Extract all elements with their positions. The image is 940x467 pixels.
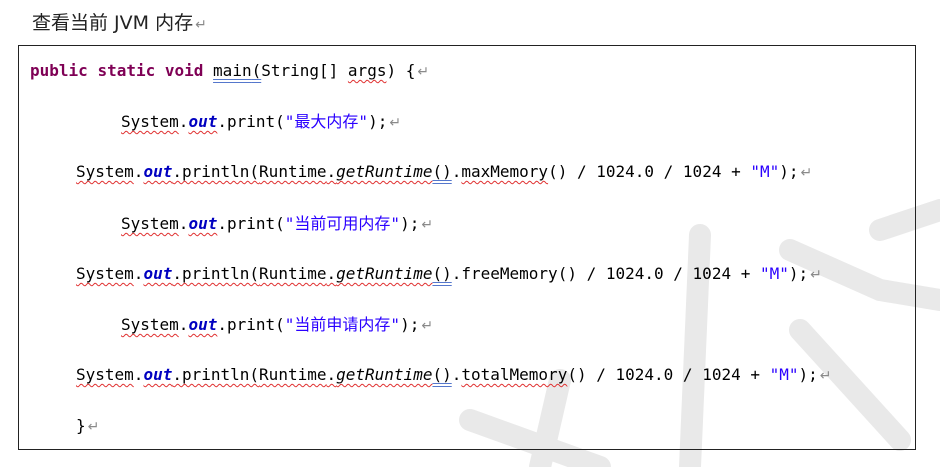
paragraph-mark-icon: ↵ <box>389 115 402 131</box>
system-ref: System <box>76 162 134 181</box>
code-line-println-total: System.out.println(Runtime.getRuntime().… <box>76 364 832 387</box>
method-name: main <box>213 61 252 80</box>
runtime-ref: Runtime <box>259 365 327 384</box>
heading-text: 查看当前 JVM 内存 <box>32 12 194 34</box>
dot: . <box>451 162 462 181</box>
out-field: out <box>188 315 218 334</box>
dot: . <box>178 315 189 334</box>
param-type: String[] <box>261 61 348 80</box>
system-ref: System <box>76 264 134 283</box>
signature-tail: ) { <box>386 61 416 80</box>
println-call: .println( <box>172 365 260 384</box>
out-field: out <box>143 365 173 384</box>
paragraph-mark-icon: ↵ <box>810 267 822 283</box>
close-paren: ); <box>368 112 388 131</box>
dot: . <box>178 214 189 233</box>
get-runtime-call: getRuntime <box>336 365 433 384</box>
out-field: out <box>188 112 218 131</box>
closing-brace: } <box>76 416 86 435</box>
out-field: out <box>188 214 218 233</box>
string-literal: "M" <box>769 365 799 384</box>
println-call: .println( <box>172 162 260 181</box>
code-line-print-total: System.out.print("当前申请内存"); ↵ <box>121 314 433 337</box>
code-line-print-free: System.out.print("当前可用内存"); ↵ <box>121 213 433 236</box>
runtime-ref: Runtime <box>259 264 327 283</box>
free-memory-method: freeMemory <box>461 264 558 283</box>
string-literal: "最大内存" <box>284 112 369 131</box>
division-expr: () / 1024.0 / 1024 + <box>548 162 751 181</box>
system-ref: System <box>76 365 134 384</box>
paren-open: ( <box>251 61 262 80</box>
dot: . <box>326 365 337 384</box>
max-memory-method: maxMemory <box>461 162 549 181</box>
dot: . <box>326 264 337 283</box>
close-paren: ); <box>400 315 420 334</box>
code-line-print-max: System.out.print("最大内存"); ↵ <box>121 111 401 134</box>
system-ref: System <box>121 214 179 233</box>
dot: . <box>326 162 337 181</box>
param-name: args <box>347 61 387 80</box>
keyword-void: void <box>164 61 204 80</box>
code-line-println-free: System.out.println(Runtime.getRuntime().… <box>76 263 822 286</box>
close-paren: ); <box>400 214 420 233</box>
paragraph-mark-icon: ↵ <box>421 217 434 233</box>
close-paren: ); <box>798 365 818 384</box>
println-call: .println( <box>172 264 260 283</box>
print-call: .print( <box>217 214 285 233</box>
total-memory-method: totalMemory <box>461 365 568 384</box>
paragraph-mark-icon: ↵ <box>800 165 813 181</box>
keyword-public: public <box>30 61 88 80</box>
division-expr: () / 1024.0 / 1024 + <box>567 365 770 384</box>
code-line-println-max: System.out.println(Runtime.getRuntime().… <box>76 161 812 184</box>
close-paren: ); <box>788 264 809 283</box>
dot: . <box>133 264 144 283</box>
string-literal: "当前申请内存" <box>284 315 401 334</box>
string-literal: "当前可用内存" <box>284 214 401 233</box>
parens: () <box>432 365 452 384</box>
dot: . <box>451 264 462 283</box>
code-line-signature: public static void main(String[] args) {… <box>30 60 429 83</box>
keyword-static: static <box>97 61 156 80</box>
close-paren: ); <box>779 162 799 181</box>
paragraph-mark-icon: ↵ <box>819 368 832 384</box>
parens: () <box>432 264 452 283</box>
dot: . <box>451 365 462 384</box>
paragraph-mark-icon: ↵ <box>421 318 434 334</box>
out-field: out <box>143 264 173 283</box>
get-runtime-call: getRuntime <box>336 162 433 181</box>
dot: . <box>133 365 144 384</box>
paragraph-mark-icon: ↵ <box>87 419 100 435</box>
parens: () <box>432 162 452 181</box>
dot: . <box>178 112 189 131</box>
code-line-end: } ↵ <box>76 415 99 438</box>
paragraph-mark-icon: ↵ <box>195 17 207 33</box>
print-call: .print( <box>217 112 285 131</box>
get-runtime-call: getRuntime <box>336 264 433 283</box>
paragraph-mark-icon: ↵ <box>417 64 430 80</box>
section-heading: 查看当前 JVM 内存 ↵ <box>32 8 207 35</box>
runtime-ref: Runtime <box>259 162 327 181</box>
code-block <box>18 45 916 450</box>
system-ref: System <box>121 315 179 334</box>
division-expr: () / 1024.0 / 1024 + <box>557 264 760 283</box>
out-field: out <box>143 162 173 181</box>
system-ref: System <box>121 112 179 131</box>
string-literal: "M" <box>759 264 789 283</box>
string-literal: "M" <box>750 162 780 181</box>
dot: . <box>133 162 144 181</box>
print-call: .print( <box>217 315 285 334</box>
